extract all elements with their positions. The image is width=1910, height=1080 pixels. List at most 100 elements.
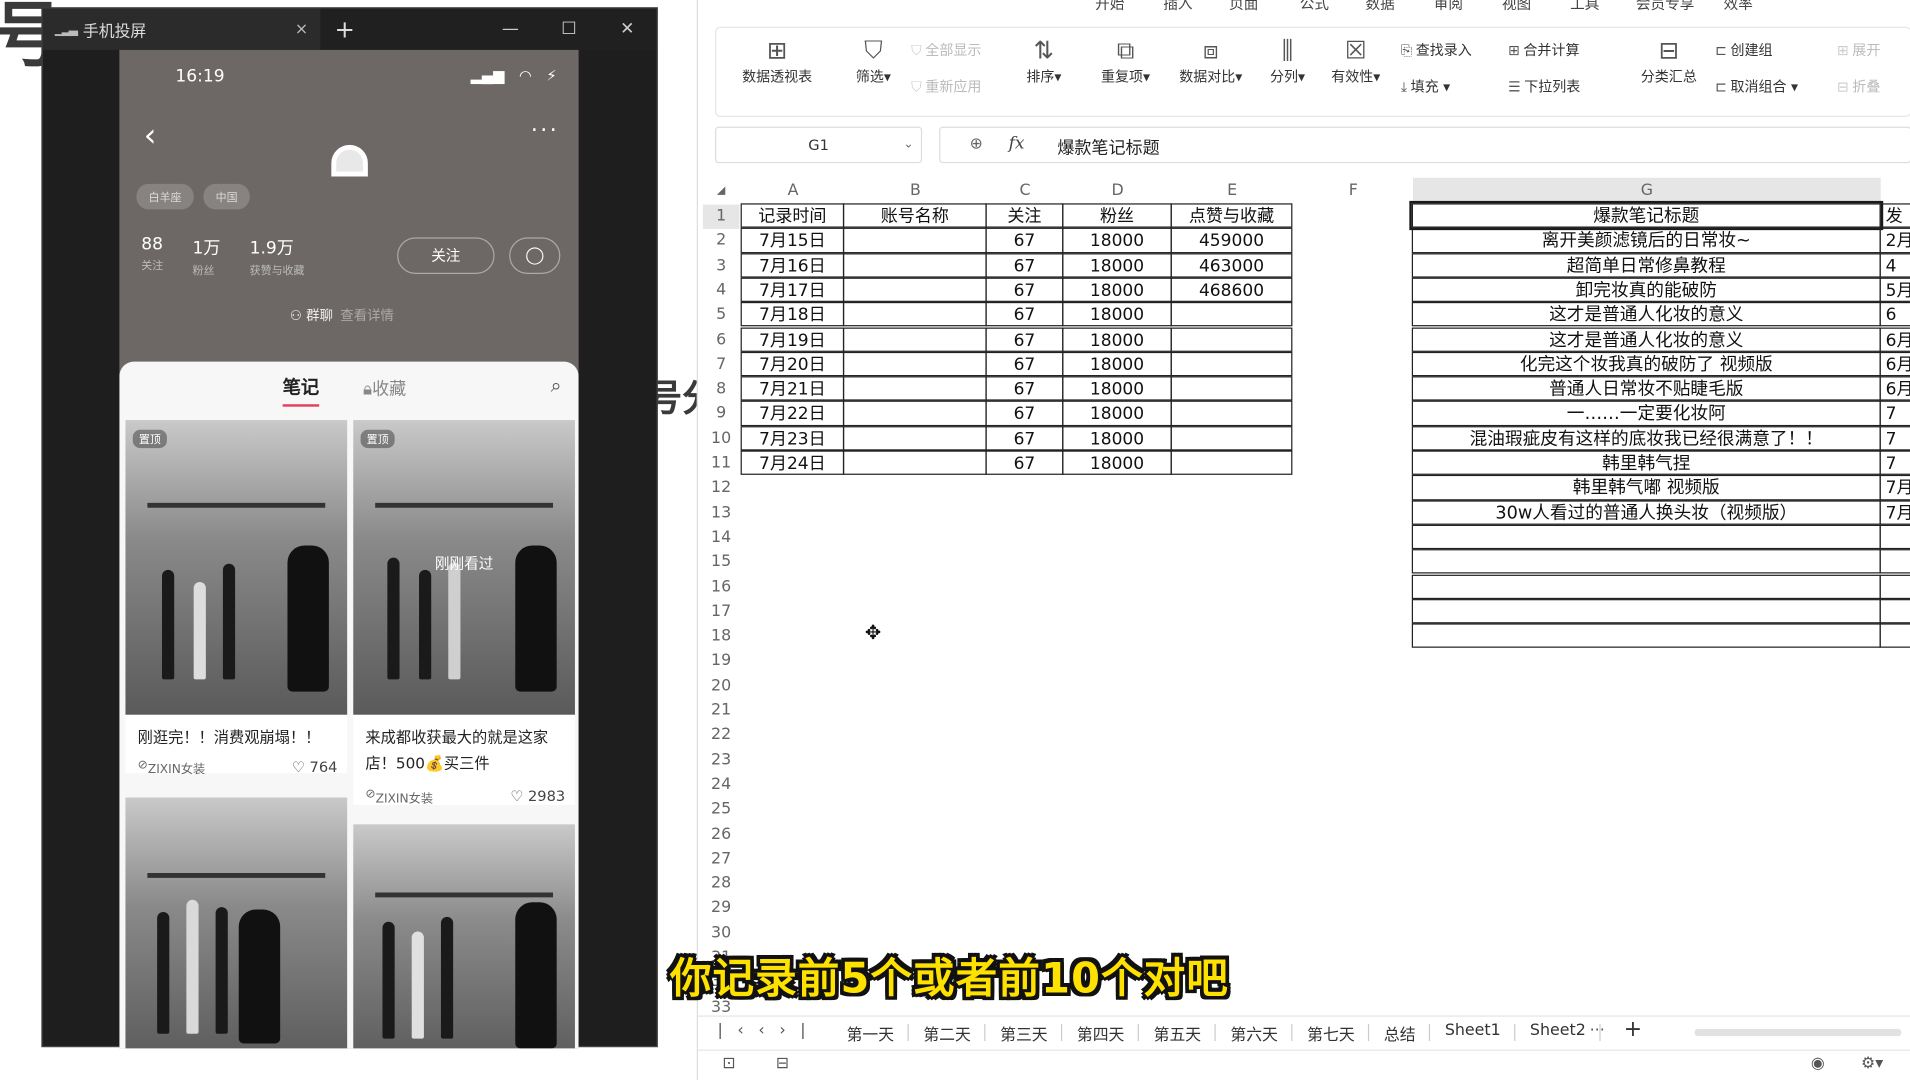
- sheet-tab[interactable]: 第一天: [847, 1022, 914, 1045]
- note-card[interactable]: [353, 824, 575, 1049]
- partial-cell[interactable]: 2月: [1879, 228, 1910, 253]
- data-cell[interactable]: 18000: [1062, 302, 1172, 327]
- row-header[interactable]: 27: [703, 847, 740, 872]
- title-cell[interactable]: 离开美颜滤镜后的日常妆~: [1411, 228, 1881, 253]
- eye-protection-icon[interactable]: ◉: [1811, 1054, 1825, 1072]
- data-cell[interactable]: [842, 277, 987, 303]
- row-header[interactable]: 20: [703, 674, 740, 699]
- filter-button[interactable]: ⛉ 筛选▾: [840, 33, 906, 87]
- compare-button[interactable]: ⧈ 数据对比▾: [1169, 33, 1252, 87]
- data-cell[interactable]: 18000: [1062, 401, 1172, 426]
- note-card[interactable]: [125, 797, 348, 1049]
- header-cell[interactable]: 账号名称: [842, 203, 987, 229]
- data-cell[interactable]: 7月21日: [740, 376, 845, 402]
- data-cell[interactable]: 67: [985, 228, 1064, 253]
- new-tab-button[interactable]: +: [320, 15, 369, 44]
- subtotal-button[interactable]: ⊟ 分类汇总: [1632, 33, 1705, 87]
- stat-likes[interactable]: 1.9万 获赞与收藏: [250, 235, 305, 278]
- title-cell[interactable]: 一……一定要化妆阿: [1411, 401, 1881, 426]
- data-cell[interactable]: 468600: [1170, 277, 1293, 303]
- data-cell[interactable]: [1170, 450, 1293, 476]
- header-cell[interactable]: 粉丝: [1062, 203, 1172, 229]
- row-header[interactable]: 29: [703, 897, 740, 922]
- title-cell[interactable]: 超简单日常修鼻教程: [1411, 252, 1881, 278]
- column-header-a[interactable]: A: [742, 178, 844, 205]
- row-header[interactable]: 30: [703, 921, 740, 946]
- data-cell[interactable]: 18000: [1062, 228, 1172, 253]
- note-card[interactable]: 置顶 刚刚看过 来成都收获最大的就是这家店！500💰买三件 ⊘ ZIXIN女装 …: [353, 420, 575, 806]
- row-header[interactable]: 28: [703, 872, 740, 897]
- name-box[interactable]: G1 ⌄: [715, 126, 923, 164]
- tab-notes[interactable]: 笔记: [282, 374, 320, 407]
- reapply-button[interactable]: ⛉ 重新应用: [911, 77, 981, 96]
- data-cell[interactable]: 18000: [1062, 425, 1172, 451]
- row-header[interactable]: 2: [703, 229, 740, 254]
- ungroup-button[interactable]: ⊏ 取消组合 ▾: [1715, 77, 1798, 96]
- data-cell[interactable]: 67: [985, 326, 1064, 352]
- add-sheet-button[interactable]: +: [1624, 1017, 1642, 1043]
- close-window-button[interactable]: ✕: [598, 19, 656, 38]
- data-cell[interactable]: [1170, 401, 1293, 426]
- row-header[interactable]: 26: [703, 822, 740, 847]
- consolidate-button[interactable]: ⊞ 合并计算: [1508, 40, 1579, 59]
- column-header-e[interactable]: E: [1172, 178, 1293, 205]
- stat-followers[interactable]: 1万 粉丝: [192, 235, 220, 278]
- title-cell[interactable]: 韩里韩气嘟 视频版: [1411, 475, 1881, 500]
- sheet-nav-arrows[interactable]: |‹‹›|: [717, 1022, 820, 1040]
- validity-button[interactable]: ☒ 有效性▾: [1320, 33, 1391, 87]
- partial-cell[interactable]: [1879, 598, 1910, 624]
- row-header[interactable]: 7: [703, 353, 740, 378]
- title-cell[interactable]: [1411, 574, 1881, 599]
- menu-item-active[interactable]: 数据: [1366, 0, 1395, 12]
- row-header[interactable]: 5: [703, 303, 740, 328]
- minimize-button[interactable]: —: [481, 19, 539, 38]
- partial-cell[interactable]: 7: [1879, 450, 1910, 476]
- data-cell[interactable]: 7月20日: [740, 351, 845, 377]
- follow-button[interactable]: 关注: [397, 237, 495, 274]
- row-header[interactable]: 23: [703, 748, 740, 773]
- title-cell[interactable]: 30w人看过的普通人换头妆（视频版）: [1411, 499, 1881, 525]
- data-cell[interactable]: 7月16日: [740, 252, 845, 278]
- column-header-b[interactable]: B: [844, 178, 987, 205]
- data-cell[interactable]: [1170, 351, 1293, 377]
- menu-item[interactable]: 视图: [1502, 0, 1531, 12]
- fill-button[interactable]: ⤓ 填充 ▾: [1401, 77, 1450, 96]
- create-group-button[interactable]: ⊏ 创建组: [1715, 40, 1772, 59]
- back-icon[interactable]: ‹: [144, 118, 157, 155]
- data-cell[interactable]: 67: [985, 252, 1064, 278]
- data-cell[interactable]: 459000: [1170, 228, 1293, 253]
- menu-item[interactable]: 开始: [1095, 0, 1124, 12]
- search-icon[interactable]: ⌕: [551, 374, 562, 398]
- partial-cell[interactable]: [1879, 574, 1910, 599]
- menu-item[interactable]: 审阅: [1434, 0, 1463, 12]
- title-cell[interactable]: [1411, 623, 1881, 649]
- note-card[interactable]: 置顶 刚逛完！！消费观崩塌！！ ⊘ ZIXIN女装 ♡ 764: [125, 420, 348, 777]
- note-likes[interactable]: ♡ 2983: [510, 788, 565, 806]
- data-cell[interactable]: [1170, 425, 1293, 451]
- data-cell[interactable]: [842, 450, 987, 476]
- horizontal-scrollbar[interactable]: [1694, 1028, 1902, 1037]
- data-cell[interactable]: 7月23日: [740, 425, 845, 451]
- row-header[interactable]: 25: [703, 798, 740, 823]
- data-cell[interactable]: [842, 351, 987, 377]
- data-cell[interactable]: 18000: [1062, 277, 1172, 303]
- row-header[interactable]: 10: [703, 427, 740, 452]
- function-icon[interactable]: fx: [1009, 134, 1025, 153]
- zoom-icon[interactable]: ⊕: [970, 135, 983, 153]
- partial-cell[interactable]: 发: [1879, 203, 1910, 229]
- row-header[interactable]: 24: [703, 773, 740, 798]
- partial-cell[interactable]: 6月: [1879, 351, 1910, 377]
- row-header[interactable]: 18: [703, 625, 740, 650]
- data-cell[interactable]: 18000: [1062, 376, 1172, 402]
- data-cell[interactable]: [1170, 302, 1293, 327]
- data-cell[interactable]: 67: [985, 425, 1064, 451]
- row-header[interactable]: 17: [703, 600, 740, 625]
- sort-button[interactable]: ⇅ 排序▾: [1011, 33, 1077, 87]
- macro-icon[interactable]: ⊡: [722, 1054, 735, 1072]
- row-header[interactable]: 3: [703, 254, 740, 279]
- row-header[interactable]: 22: [703, 724, 740, 749]
- data-cell[interactable]: 7月17日: [740, 277, 845, 303]
- data-cell[interactable]: 7月22日: [740, 401, 845, 426]
- sheet-tab[interactable]: 第七天: [1307, 1022, 1374, 1045]
- more-icon[interactable]: ···: [531, 118, 559, 144]
